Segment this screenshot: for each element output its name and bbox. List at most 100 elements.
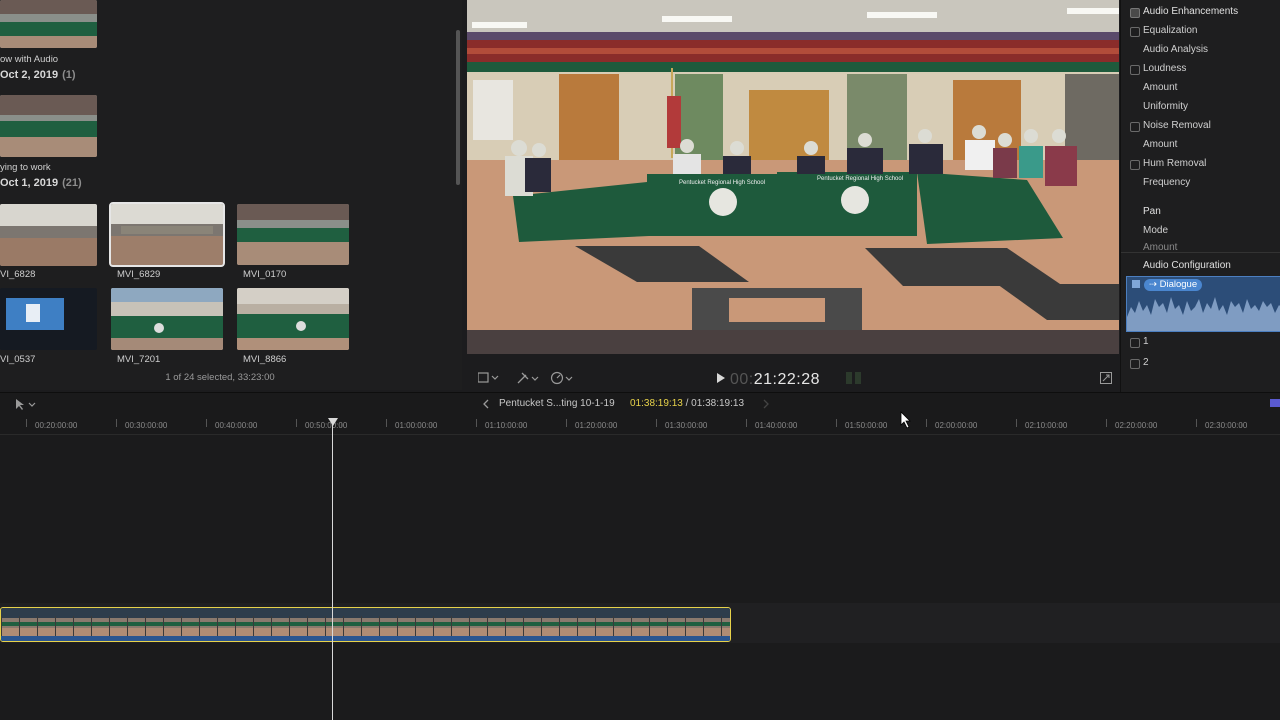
enable-checkbox[interactable]: [1130, 160, 1140, 170]
clip-thumbnail[interactable]: [0, 0, 97, 48]
play-icon[interactable]: [716, 372, 726, 384]
current-time: 01:38:19:13: [630, 398, 683, 409]
pan-amount-row[interactable]: Amount: [1121, 240, 1280, 250]
filmstrip-frame-divider: [667, 616, 668, 636]
date-group-header[interactable]: Oct 1, 2019 (21): [0, 177, 82, 189]
inspector-row-amount[interactable]: Amount: [1121, 137, 1280, 156]
timecode-value: 21:22:28: [753, 371, 821, 388]
channel-row[interactable]: 1: [1121, 334, 1280, 353]
ruler-subtick: [431, 423, 432, 427]
filmstrip-frame-divider: [559, 616, 560, 636]
audio-inspector: Audio Enhancements Equalization Audio Anal…: [1120, 0, 1280, 392]
inspector-row-hum-removal[interactable]: Hum Removal: [1121, 156, 1280, 175]
ruler-subtick: [71, 423, 72, 427]
inspector-row-label: Amount: [1143, 82, 1178, 93]
timeline-index-indicator[interactable]: [1270, 399, 1280, 407]
clip-thumbnail[interactable]: [0, 204, 97, 266]
channel-row[interactable]: 2: [1121, 355, 1280, 374]
ruler-subtick: [791, 423, 792, 427]
viewer-video-frame[interactable]: Pentucket Regional High School Pentucket…: [467, 0, 1119, 354]
inspector-row-audio-analysis[interactable]: Audio Analysis: [1121, 42, 1280, 61]
clip-name: MVI_0170: [243, 269, 287, 280]
audio-component-dialogue[interactable]: ⇢ Dialogue: [1126, 276, 1280, 332]
filmstrip-frame-divider: [397, 616, 398, 636]
view-options-icon[interactable]: [478, 372, 500, 384]
role-badge[interactable]: ⇢ Dialogue: [1144, 279, 1203, 291]
inspector-row-amount[interactable]: Amount: [1121, 80, 1280, 99]
inspector-row-label: Noise Removal: [1143, 120, 1211, 131]
filmstrip-frame-divider: [487, 616, 488, 636]
inspector-row-loudness[interactable]: Loudness: [1121, 61, 1280, 80]
duration: 01:38:19:13: [691, 398, 744, 409]
clip-thumbnail[interactable]: [111, 288, 223, 350]
fullscreen-icon[interactable]: [1100, 372, 1112, 384]
filmstrip-frame-divider: [361, 616, 362, 636]
clip-name: MVI_7201: [117, 354, 161, 365]
filmstrip-frame-divider: [55, 616, 56, 636]
inspector-row-label: Uniformity: [1143, 101, 1189, 112]
pan-header: Pan: [1143, 206, 1161, 217]
clip-thumbnail-selected[interactable]: [109, 202, 225, 267]
ruler-tick: [206, 419, 207, 427]
channel-checkbox[interactable]: [1130, 338, 1140, 348]
inspector-row-label: Equalization: [1143, 25, 1198, 36]
transform-tools-icon[interactable]: [516, 371, 540, 385]
filmstrip-frame-divider: [145, 616, 146, 636]
filmstrip-frame-divider: [613, 616, 614, 636]
inspector-row-equalization[interactable]: Equalization: [1121, 23, 1280, 42]
clip-thumbnail[interactable]: [0, 288, 97, 350]
filmstrip-frame-divider: [199, 616, 200, 636]
forward-arrow-icon[interactable]: [762, 399, 770, 409]
timeline-clip[interactable]: [0, 607, 731, 642]
filmstrip-frame-divider: [703, 616, 704, 636]
enable-checkbox[interactable]: [1130, 122, 1140, 132]
banner-text-right: Pentucket Regional High School: [817, 176, 903, 182]
enable-checkbox[interactable]: [1130, 27, 1140, 37]
inspector-row-label: Amount: [1143, 139, 1178, 150]
clip-group-label: ow with Audio: [0, 54, 59, 65]
clip-thumbnail[interactable]: [237, 288, 349, 350]
timeline-area[interactable]: [0, 435, 1280, 720]
ruler-tick: [1196, 419, 1197, 427]
browser-panel: ow with Audio Oct 2, 2019 (1) ying to wor…: [0, 0, 462, 390]
browser-scrollbar[interactable]: [456, 30, 460, 185]
filmstrip-frame-divider: [433, 616, 434, 636]
clip-count: (21): [62, 177, 82, 189]
filmstrip-frame-divider: [379, 616, 380, 636]
project-name[interactable]: Pentucket S...ting 10-1-19: [499, 398, 615, 409]
retime-speed-icon[interactable]: [550, 371, 576, 385]
select-tool-icon[interactable]: [12, 397, 38, 411]
filmstrip-frame-divider: [19, 616, 20, 636]
inspector-row-uniformity[interactable]: Uniformity: [1121, 99, 1280, 118]
section-icon[interactable]: [1130, 8, 1140, 18]
filmstrip-frame-divider: [721, 616, 722, 636]
date-label: Oct 1, 2019: [0, 177, 59, 189]
filmstrip-frame-divider: [541, 616, 542, 636]
filmstrip-frame-divider: [217, 616, 218, 636]
ruler-tick: [386, 419, 387, 427]
timecode-display[interactable]: 00:21:22:28: [730, 371, 820, 389]
filmstrip-frame-divider: [343, 616, 344, 636]
ruler-subtick: [881, 423, 882, 427]
ruler-subtick: [251, 423, 252, 427]
date-group-header[interactable]: Oct 2, 2019 (1): [0, 69, 76, 81]
ruler-tick: [116, 419, 117, 427]
filmstrip-frame-divider: [325, 616, 326, 636]
back-arrow-icon[interactable]: [482, 399, 490, 409]
clip-thumbnail[interactable]: [237, 204, 349, 265]
clip-name: MVI_8866: [243, 354, 287, 365]
ruler-subtick: [1061, 423, 1062, 427]
enable-checkbox[interactable]: [1130, 65, 1140, 75]
playhead-handle-icon[interactable]: [327, 418, 339, 428]
channel-checkbox[interactable]: [1130, 359, 1140, 369]
inspector-row-noise-removal[interactable]: Noise Removal: [1121, 118, 1280, 137]
inspector-row-audio-enhancements[interactable]: Audio Enhancements: [1121, 4, 1280, 23]
playhead[interactable]: [332, 418, 333, 720]
inspector-row-frequency[interactable]: Frequency: [1121, 175, 1280, 194]
clip-thumbnail[interactable]: [0, 95, 97, 157]
filmstrip-frame-divider: [289, 616, 290, 636]
ruler-subtick: [521, 423, 522, 427]
timeline-ruler[interactable]: 00:20:00:00 00:30:00:00 00:40:00:00 00:50:0…: [0, 414, 1280, 435]
inspector-row-label: Audio Enhancements: [1143, 6, 1239, 17]
ruler-subtick: [971, 423, 972, 427]
